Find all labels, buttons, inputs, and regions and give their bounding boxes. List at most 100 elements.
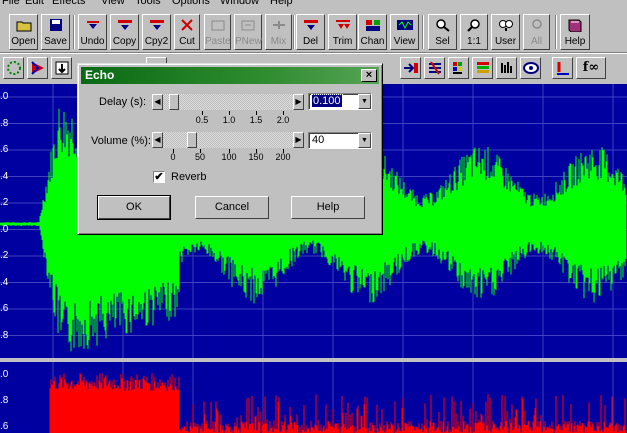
fade-in-icon[interactable] <box>400 57 421 79</box>
main-toolbar: Open Save Undo Copy Cpy2 Cut Paste PNew Mix Del Tr… <box>0 11 627 53</box>
y-axis-label: .2 <box>0 250 9 261</box>
toolbar-button-label: Cpy2 <box>144 36 169 47</box>
slider-tick-label: 1.0 <box>222 115 236 125</box>
cd-icon[interactable] <box>520 57 541 79</box>
reverb-checkbox[interactable]: ✔ <box>153 171 165 183</box>
slider-tick-label: 200 <box>275 152 291 162</box>
delay-slider-track[interactable] <box>163 94 293 110</box>
menu-help[interactable]: Help <box>270 0 293 7</box>
ok-button[interactable]: OK <box>97 195 171 220</box>
undo-button[interactable]: Undo <box>78 14 107 50</box>
delay-label: Delay (s): <box>99 96 147 108</box>
zoom-user-icon <box>497 18 515 32</box>
slider-tick-label: 50 <box>194 152 206 162</box>
copy-icon <box>116 18 134 32</box>
copy-button[interactable]: Copy <box>110 14 139 50</box>
y-axis-label: .8 <box>0 329 9 341</box>
slider-tick-label: 100 <box>221 152 237 162</box>
menu-edit[interactable]: Edit <box>25 0 44 7</box>
mix-icon <box>270 18 288 32</box>
volume-slider[interactable]: ◀ ▶ <box>152 132 304 148</box>
toolbar-button-label: Help <box>564 36 586 47</box>
chan-button[interactable]: Chan <box>358 14 387 50</box>
delay-right-arrow-icon[interactable]: ▶ <box>293 94 304 110</box>
y-axis-label: .8 <box>0 117 9 129</box>
marker-icon[interactable] <box>27 57 48 79</box>
toolbar-button-label: Undo <box>80 36 105 47</box>
close-icon[interactable]: × <box>361 69 377 82</box>
all-button[interactable]: All <box>523 14 550 50</box>
save-icon <box>47 18 65 32</box>
chevron-down-icon[interactable]: ▼ <box>358 94 371 109</box>
toolbar-button-label: Trim <box>332 36 353 47</box>
reverse-icon[interactable] <box>424 57 445 79</box>
channel-divider <box>0 358 627 362</box>
menu-effects[interactable]: Effects <box>52 0 85 7</box>
slider-tick-label: 0 <box>170 152 176 162</box>
toolbar-button-label: View <box>393 36 416 47</box>
help-book-icon <box>566 18 584 33</box>
spectrum-icon[interactable] <box>472 57 493 79</box>
y-axis-label: .6 <box>0 421 9 432</box>
paste-button[interactable]: Paste <box>204 14 231 50</box>
view-button[interactable]: View <box>390 14 419 50</box>
delete-icon <box>302 18 320 32</box>
menu-options[interactable]: Options <box>172 0 210 7</box>
chevron-down-icon[interactable]: ▼ <box>358 133 371 148</box>
toolbar-button-label: Chan <box>360 36 385 47</box>
menu-file[interactable]: File <box>2 0 20 7</box>
toolbar-button-label: All <box>530 36 543 47</box>
toolbar-separator <box>555 15 557 49</box>
trim-icon <box>334 18 352 32</box>
y-axis-label: .0 <box>0 91 9 102</box>
cut-icon <box>178 18 196 32</box>
open-icon <box>15 18 33 32</box>
slider-tick-label: 0.5 <box>195 115 209 125</box>
delay-slider[interactable]: ◀ ▶ <box>152 94 304 110</box>
grid-icon[interactable] <box>3 57 24 79</box>
menu-tools[interactable]: Tools <box>135 0 161 7</box>
delay-slider-thumb[interactable] <box>169 94 179 110</box>
cancel-button[interactable]: Cancel <box>195 196 269 219</box>
view-icon <box>396 18 414 32</box>
help-button[interactable]: Help <box>291 196 365 219</box>
equalizer-icon[interactable] <box>448 57 469 79</box>
dialog-title-bar[interactable]: Echo × <box>81 67 379 84</box>
volume-value[interactable]: 40 <box>312 134 324 146</box>
cut-button[interactable]: Cut <box>174 14 200 50</box>
open-button[interactable]: Open <box>9 14 38 50</box>
insert-silence-icon[interactable] <box>51 57 72 79</box>
bars-icon[interactable] <box>496 57 517 79</box>
1-1-button[interactable]: 1:1 <box>460 14 488 50</box>
toolbar-button-label: Sel <box>435 36 450 47</box>
del-button[interactable]: Del <box>296 14 325 50</box>
volume-left-arrow-icon[interactable]: ◀ <box>152 132 163 148</box>
paste-icon <box>209 18 227 32</box>
y-axis-label: .0 <box>0 369 9 380</box>
y-axis-label: .2 <box>0 197 9 208</box>
user-button[interactable]: User <box>491 14 520 50</box>
delay-left-arrow-icon[interactable]: ◀ <box>152 94 163 110</box>
pnew-button[interactable]: PNew <box>234 14 262 50</box>
y-axis-label: .6 <box>0 144 9 155</box>
volume-slider-track[interactable] <box>163 132 293 148</box>
delay-combo[interactable]: 0.100 ▼ <box>308 93 372 110</box>
save-button[interactable]: Save <box>41 14 70 50</box>
y-axis-label: .6 <box>0 303 9 314</box>
trim-button[interactable]: Trim <box>328 14 357 50</box>
paste-new-icon <box>239 18 257 32</box>
sel-button[interactable]: Sel <box>428 14 457 50</box>
mix-button[interactable]: Mix <box>265 14 292 50</box>
toolbar-button-label: Mix <box>270 36 287 47</box>
function-icon[interactable]: f∞ <box>576 57 606 79</box>
delay-value[interactable]: 0.100 <box>311 94 343 108</box>
volume-right-arrow-icon[interactable]: ▶ <box>293 132 304 148</box>
volume-slider-thumb[interactable] <box>187 132 197 148</box>
menu-view[interactable]: View <box>101 0 125 7</box>
reverb-label[interactable]: Reverb <box>171 171 206 183</box>
volume-combo[interactable]: 40 ▼ <box>308 132 372 149</box>
pitch-icon[interactable] <box>552 57 573 79</box>
help-button[interactable]: Help <box>560 14 590 50</box>
menu-window[interactable]: Window <box>220 0 259 7</box>
cpy2-button[interactable]: Cpy2 <box>142 14 171 50</box>
